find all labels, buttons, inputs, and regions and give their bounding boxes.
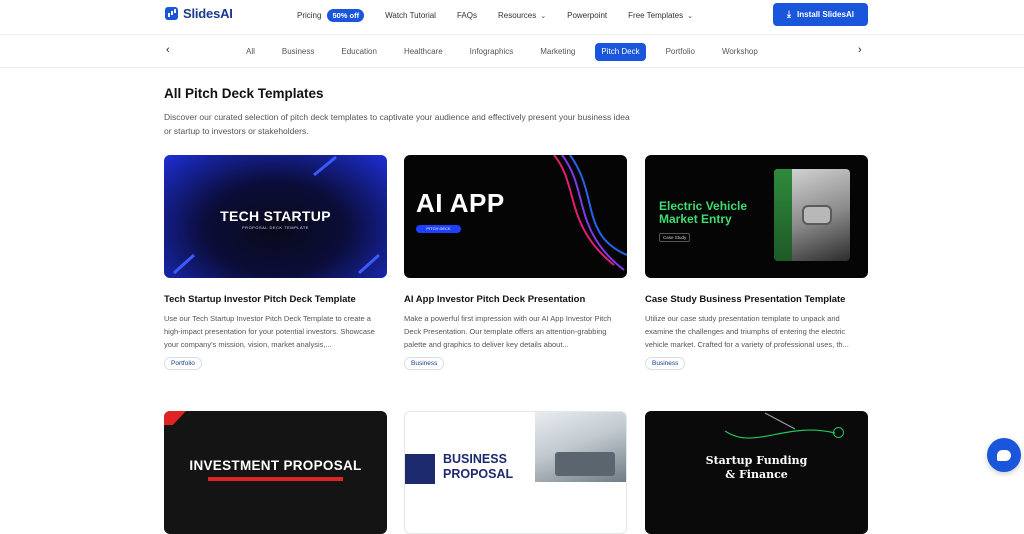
tab-portfolio[interactable]: Portfolio bbox=[666, 43, 695, 61]
template-card[interactable]: Electric Vehicle Market Entry Case Study… bbox=[645, 155, 868, 370]
charger-panel bbox=[774, 169, 792, 261]
tab-infographics[interactable]: Infographics bbox=[470, 43, 514, 61]
template-card[interactable]: AI APP PITCH DECK AI App Investor Pitch … bbox=[404, 155, 627, 370]
card-description: Utilize our case study presentation temp… bbox=[645, 314, 849, 349]
decorative-ring bbox=[833, 427, 844, 438]
install-button-label: Install SlidesAI bbox=[797, 10, 854, 19]
thumbnail-title: Electric Vehicle Market Entry bbox=[659, 199, 748, 226]
category-tabs: All Business Education Healthcare Infogr… bbox=[246, 43, 785, 61]
card-description: Use our Tech Startup Investor Pitch Deck… bbox=[164, 314, 375, 349]
category-tag[interactable]: Portfolio bbox=[164, 357, 202, 370]
tab-marketing[interactable]: Marketing bbox=[540, 43, 575, 61]
download-icon: ⤓ bbox=[787, 9, 792, 19]
category-tag[interactable]: Business bbox=[404, 357, 445, 370]
tab-business[interactable]: Business bbox=[282, 43, 314, 61]
chevron-right-icon[interactable]: › bbox=[858, 44, 862, 56]
template-card[interactable]: Startup Funding & Finance bbox=[645, 411, 868, 534]
category-bar: ‹ All Business Education Healthcare Info… bbox=[0, 34, 1024, 68]
thumbnail-subtitle: PROPOSAL DECK TEMPLATE bbox=[242, 225, 309, 230]
chevron-left-icon[interactable]: ‹ bbox=[166, 44, 170, 56]
laptop-image bbox=[555, 452, 615, 476]
nav-pricing-label: Pricing bbox=[297, 11, 322, 20]
card-title[interactable]: Tech Startup Investor Pitch Deck Templat… bbox=[164, 294, 387, 305]
install-slidesai-button[interactable]: ⤓ Install SlidesAI bbox=[773, 3, 868, 26]
template-card[interactable]: BUSINESS PROPOSAL bbox=[404, 411, 627, 534]
tab-workshop[interactable]: Workshop bbox=[722, 43, 758, 61]
thumbnail-title: AI APP bbox=[416, 188, 505, 218]
tab-all[interactable]: All bbox=[246, 43, 255, 61]
nav-watch-tutorial[interactable]: Watch Tutorial bbox=[385, 11, 436, 20]
tab-education[interactable]: Education bbox=[341, 43, 377, 61]
slidesai-logo-icon bbox=[165, 7, 178, 20]
thumbnail-title: INVESTMENT PROPOSAL bbox=[189, 458, 362, 473]
top-header: SlidesAI Pricing 50% off Watch Tutorial … bbox=[0, 0, 1024, 32]
category-tag[interactable]: Business bbox=[645, 357, 686, 370]
thumbnail-subtitle: Case Study bbox=[659, 233, 691, 242]
decorative-bar bbox=[208, 477, 343, 481]
tab-pitch-deck[interactable]: Pitch Deck bbox=[595, 43, 646, 61]
template-thumbnail[interactable]: Startup Funding & Finance bbox=[645, 411, 868, 534]
card-title[interactable]: Case Study Business Presentation Templat… bbox=[645, 294, 868, 305]
nav-resources-label: Resources bbox=[497, 11, 537, 20]
charger-plug bbox=[802, 205, 832, 225]
nav-pricing[interactable]: Pricing 50% off bbox=[297, 9, 365, 22]
thumbnail-subtitle: PITCH DECK bbox=[416, 225, 461, 233]
page-description: Discover our curated selection of pitch … bbox=[164, 112, 630, 136]
template-thumbnail[interactable]: INVESTMENT PROPOSAL bbox=[164, 411, 387, 534]
discount-badge: 50% off bbox=[327, 9, 365, 22]
chat-bubble-icon bbox=[997, 449, 1011, 461]
template-thumbnail[interactable]: TECH STARTUP PROPOSAL DECK TEMPLATE bbox=[164, 155, 387, 278]
tab-healthcare[interactable]: Healthcare bbox=[404, 43, 443, 61]
template-thumbnail[interactable]: AI APP PITCH DECK bbox=[404, 155, 627, 278]
chat-button[interactable] bbox=[987, 438, 1021, 472]
decorative-corner bbox=[164, 411, 186, 425]
card-description: Make a powerful first impression with ou… bbox=[404, 314, 612, 349]
thumbnail-title: BUSINESS PROPOSAL bbox=[443, 452, 514, 481]
template-card[interactable]: TECH STARTUP PROPOSAL DECK TEMPLATE Tech… bbox=[164, 155, 387, 370]
brand-name: SlidesAI bbox=[183, 6, 233, 21]
page-title: All Pitch Deck Templates bbox=[164, 86, 324, 101]
thumbnail-title: Startup Funding & Finance bbox=[705, 454, 808, 481]
main-nav: Pricing 50% off Watch Tutorial FAQs Reso… bbox=[297, 9, 714, 22]
template-thumbnail[interactable]: Electric Vehicle Market Entry Case Study bbox=[645, 155, 868, 278]
card-title[interactable]: AI App Investor Pitch Deck Presentation bbox=[404, 294, 627, 305]
nav-resources[interactable]: Resources ⌄ bbox=[498, 11, 546, 20]
nav-free-templates-label: Free Templates bbox=[628, 11, 684, 20]
template-card[interactable]: INVESTMENT PROPOSAL bbox=[164, 411, 387, 534]
chevron-down-icon: ⌄ bbox=[540, 12, 547, 20]
thumbnail-title: TECH STARTUP bbox=[220, 208, 331, 224]
brand-logo[interactable]: SlidesAI bbox=[165, 6, 233, 21]
nav-faqs[interactable]: FAQs bbox=[457, 11, 477, 20]
template-thumbnail[interactable]: BUSINESS PROPOSAL bbox=[404, 411, 627, 534]
chevron-down-icon: ⌄ bbox=[687, 12, 694, 20]
nav-powerpoint[interactable]: Powerpoint bbox=[567, 11, 607, 20]
ev-charger-image bbox=[774, 169, 850, 261]
nav-free-templates[interactable]: Free Templates ⌄ bbox=[628, 11, 693, 20]
